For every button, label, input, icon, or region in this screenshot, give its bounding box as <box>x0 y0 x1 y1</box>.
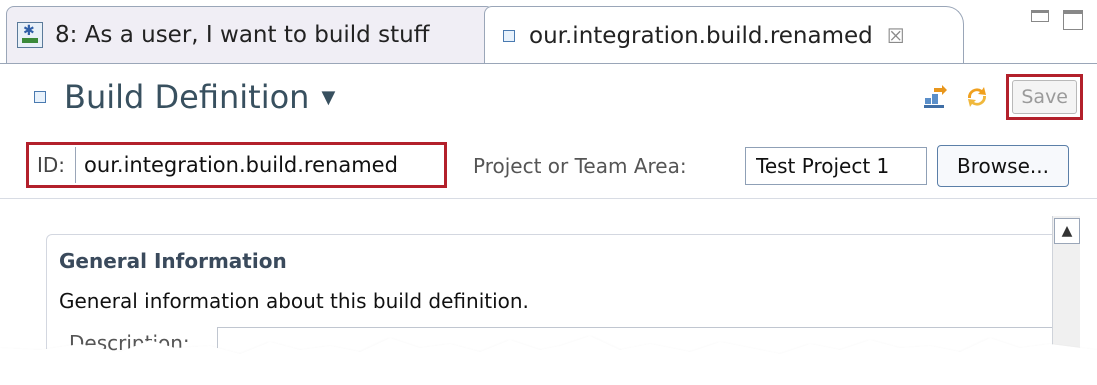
save-button[interactable]: Save <box>1012 80 1077 114</box>
window-controls <box>1031 10 1083 30</box>
id-highlight: ID: <box>26 142 447 188</box>
page-title-text: Build Definition <box>64 78 310 116</box>
browse-button[interactable]: Browse... <box>937 145 1069 187</box>
project-area-input[interactable] <box>745 147 927 185</box>
build-definition-title-icon <box>34 91 46 103</box>
section-title: General Information <box>59 249 287 273</box>
minimize-icon[interactable] <box>1031 10 1049 22</box>
build-definition-icon <box>503 29 515 42</box>
header-divider <box>0 198 1097 199</box>
work-item-icon: ✱ <box>17 22 43 48</box>
maximize-icon[interactable] <box>1063 10 1083 30</box>
scroll-up-icon[interactable]: ▲ <box>1054 218 1080 244</box>
title-dropdown-icon[interactable]: ▼ <box>321 87 335 108</box>
section-description: General information about this build def… <box>59 289 529 313</box>
torn-edge-decoration <box>0 336 1097 385</box>
request-build-icon[interactable] <box>922 84 948 110</box>
tab-work-item-label: 8: As a user, I want to build stuff <box>55 22 430 48</box>
page-title: Build Definition ▼ <box>34 78 335 116</box>
id-row: ID: Project or Team Area: Browse... <box>0 132 1097 196</box>
close-tab-icon[interactable]: ☒ <box>887 24 905 48</box>
save-highlight: Save <box>1006 74 1083 120</box>
project-area-label: Project or Team Area: <box>473 154 687 178</box>
id-input[interactable] <box>75 147 418 183</box>
refresh-icon[interactable] <box>964 84 990 110</box>
editor-tab-bar: ✱ 8: As a user, I want to build stuff ou… <box>0 0 1097 64</box>
header-actions: Save <box>922 74 1083 120</box>
tab-build-definition-label: our.integration.build.renamed <box>529 22 873 49</box>
form-header: Build Definition ▼ Save <box>0 64 1097 132</box>
id-label: ID: <box>37 153 66 177</box>
tab-build-definition[interactable]: our.integration.build.renamed ☒ <box>484 6 964 64</box>
tab-work-item[interactable]: ✱ 8: As a user, I want to build stuff <box>6 6 494 63</box>
